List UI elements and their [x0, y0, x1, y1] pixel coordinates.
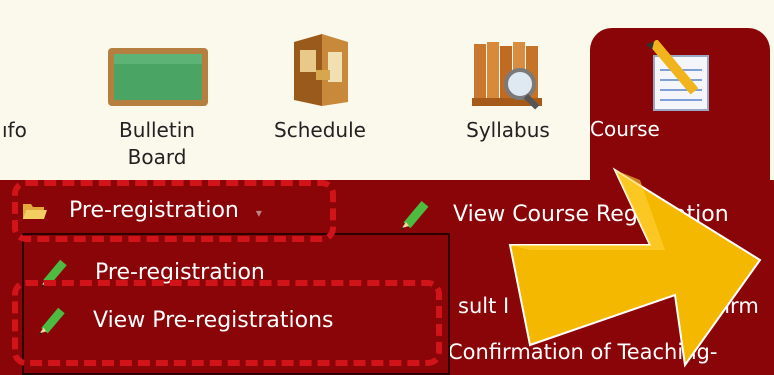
planner-icon [294, 34, 348, 106]
chalkboard-icon [108, 48, 208, 106]
annotation-arrow [508, 167, 762, 368]
tab-bulletin-label-line2: Board [127, 145, 187, 169]
pencil-icon [401, 200, 429, 230]
highlight-view-preregistrations [12, 280, 442, 366]
tab-schedule[interactable]: Schedule [255, 0, 385, 180]
tab-syllabus-label: Syllabus [466, 118, 550, 142]
tab-info-label: ıfo [2, 118, 27, 142]
highlight-preregistration-menu [12, 180, 336, 242]
tab-info[interactable]: ıfo [0, 0, 60, 180]
notepad-pencil-icon [646, 40, 709, 111]
tab-course-label: Course [590, 117, 660, 141]
tab-schedule-label: Schedule [274, 118, 366, 142]
tab-bulletin-label-line1: Bulletin [119, 118, 195, 142]
tab-bulletin-board[interactable]: Bulletin Board [82, 0, 232, 180]
books-magnifier-icon [472, 42, 542, 110]
